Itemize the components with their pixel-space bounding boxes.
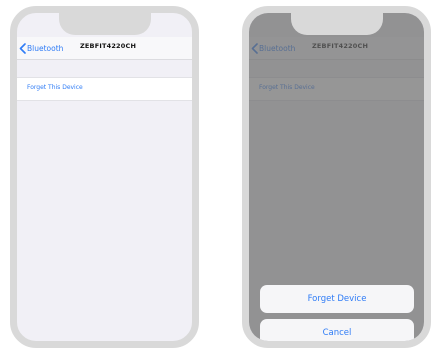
page-title: ZEBFIT4220CH: [80, 42, 137, 50]
phone-before: Bluetooth ZEBFIT4220CH Forget This Devic…: [10, 6, 199, 348]
cancel-button[interactable]: Cancel: [260, 319, 414, 341]
navigation-bar: Bluetooth ZEBFIT4220CH: [17, 37, 192, 60]
phone-notch: [58, 13, 151, 35]
back-button-label: Bluetooth: [27, 43, 64, 53]
back-button[interactable]: Bluetooth: [19, 40, 63, 56]
phone-notch: [290, 13, 383, 35]
chevron-left-icon: [19, 42, 27, 54]
forget-this-device-row[interactable]: Forget This Device: [17, 77, 192, 101]
screenshot-stage: Bluetooth ZEBFIT4220CH Forget This Devic…: [0, 0, 440, 354]
forget-this-device-label: Forget This Device: [27, 84, 83, 91]
phone-after: Bluetooth ZEBFIT4220CH Forget This Devic…: [242, 6, 431, 348]
forget-device-button[interactable]: Forget Device: [260, 285, 414, 313]
